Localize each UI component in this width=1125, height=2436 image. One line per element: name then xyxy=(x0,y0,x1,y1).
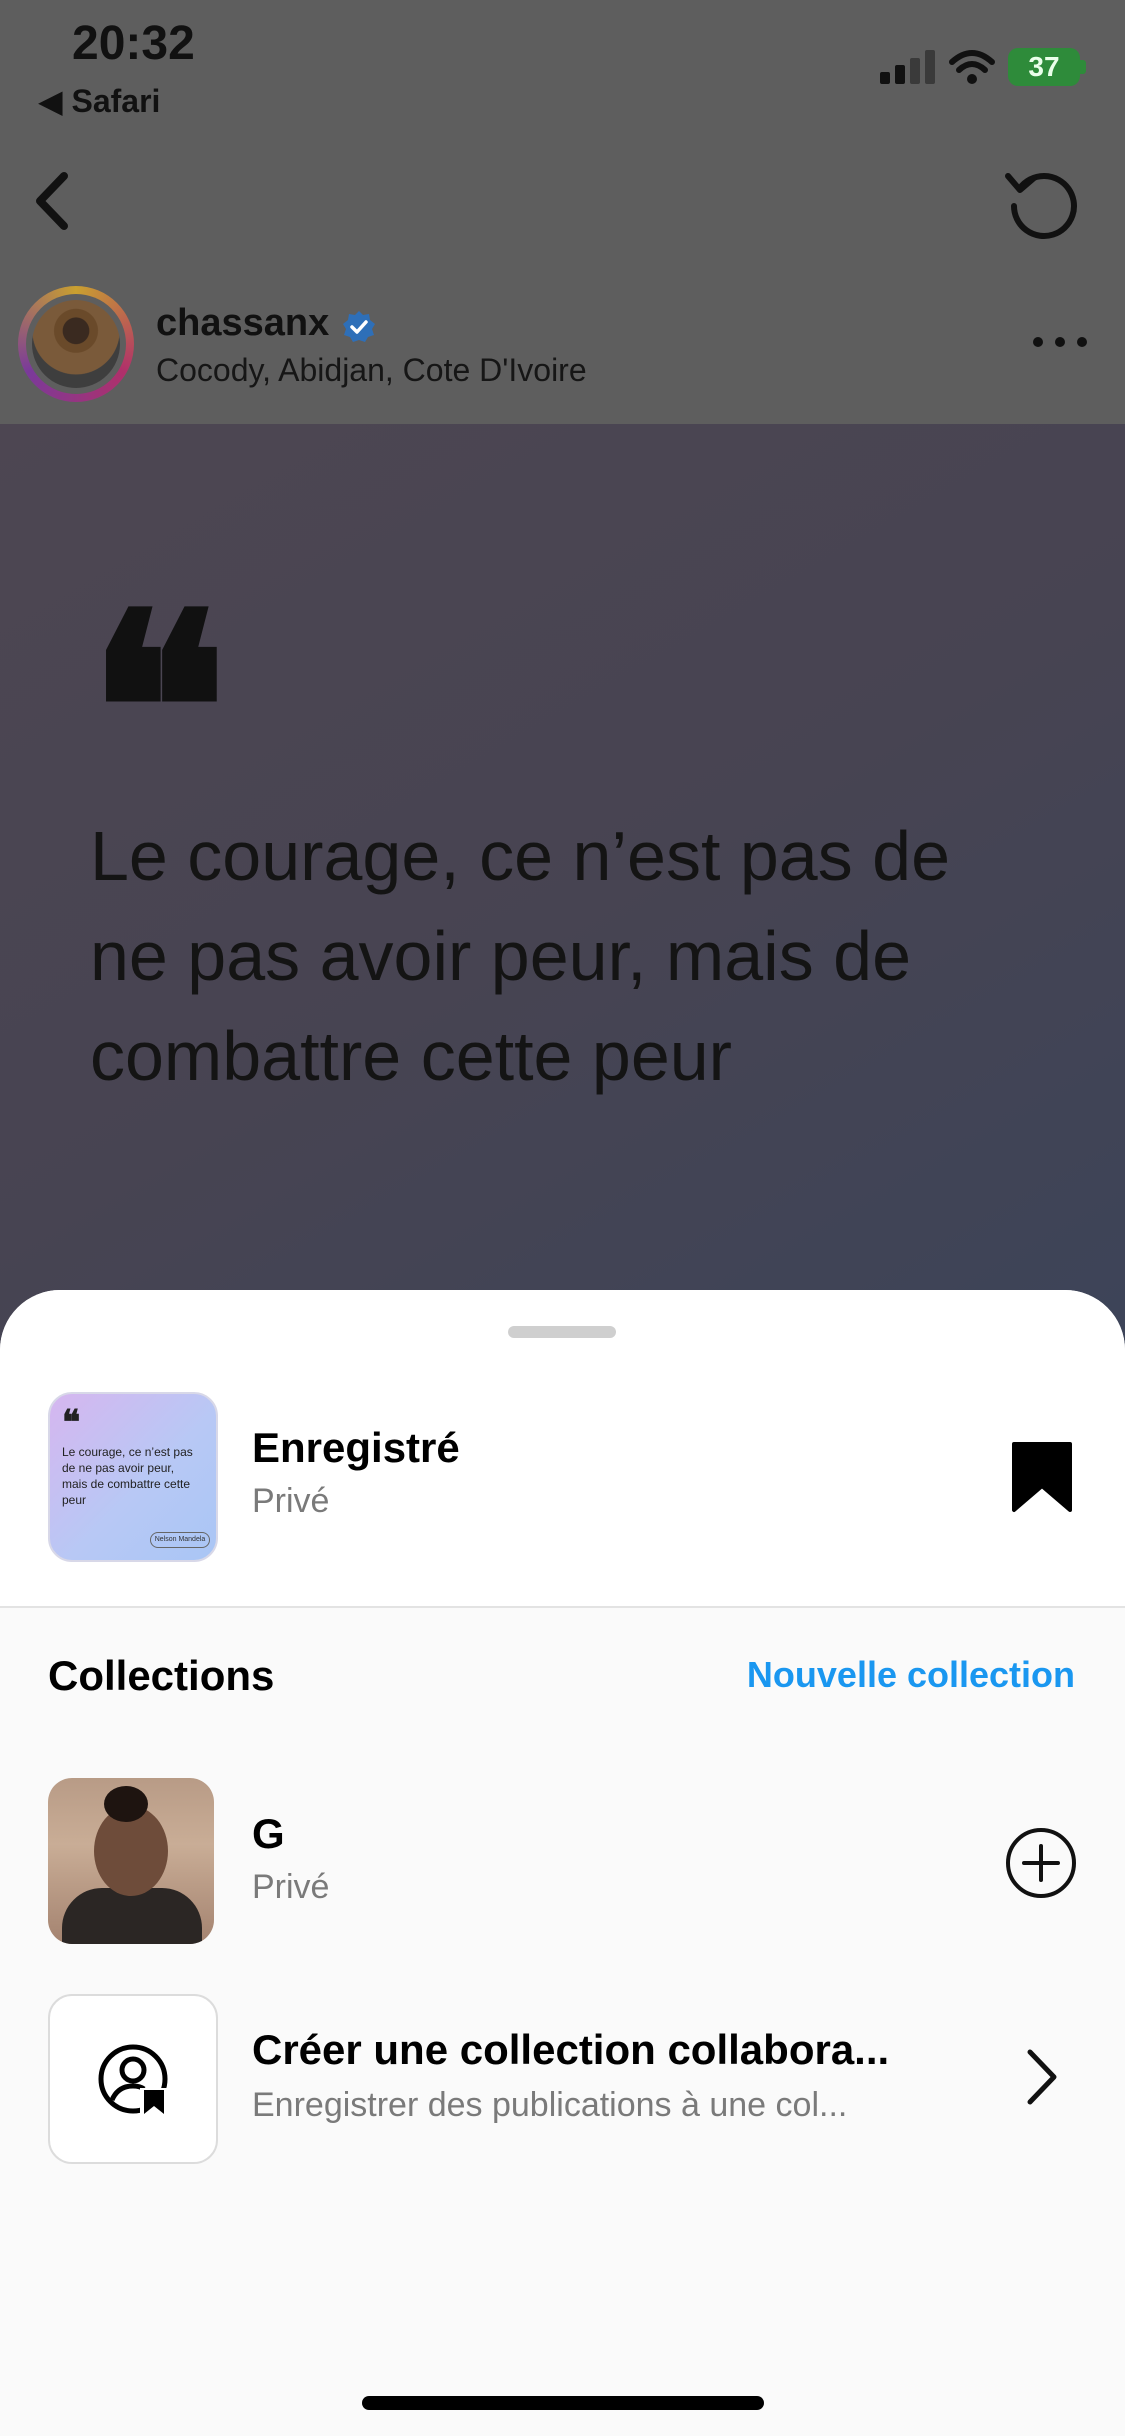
quote-mark: ❝ xyxy=(88,557,228,862)
plus-circle-icon[interactable] xyxy=(1004,1826,1078,1900)
post-username[interactable]: chassanx xyxy=(156,302,329,345)
new-collection-button[interactable]: Nouvelle collection xyxy=(747,1654,1075,1696)
thumb-figure-body xyxy=(62,1888,202,1944)
save-bottom-sheet: ❝ Le courage, ce n’est pas de ne pas avo… xyxy=(0,1290,1125,2436)
create-collab-collection-subtitle: Enregistrer des publications à une col..… xyxy=(252,2086,848,2124)
more-dots-icon[interactable] xyxy=(1030,330,1090,354)
collection-title[interactable]: G xyxy=(252,1810,285,1858)
chevron-right-icon[interactable] xyxy=(1022,2046,1062,2108)
collab-collection-thumbnail[interactable] xyxy=(48,1994,218,2164)
wifi-icon xyxy=(949,50,995,84)
create-collab-collection-title[interactable]: Créer une collection collabora... xyxy=(252,2026,962,2074)
saved-post-thumbnail: ❝ Le courage, ce n’est pas de ne pas avo… xyxy=(48,1392,218,1562)
refresh-icon[interactable] xyxy=(1000,158,1086,244)
post-location[interactable]: Cocody, Abidjan, Cote D'Ivoire xyxy=(156,352,587,389)
sheet-grabber[interactable] xyxy=(508,1326,616,1338)
avatar[interactable] xyxy=(32,300,120,388)
post-quote-text: Le courage, ce n’est pas de ne pas avoir… xyxy=(90,817,951,1095)
collection-g-thumbnail[interactable] xyxy=(48,1778,214,1944)
top-navigation-bar xyxy=(0,140,1125,268)
collections-heading: Collections xyxy=(48,1652,275,1699)
back-to-safari-link[interactable]: ◀ Safari xyxy=(38,82,160,120)
bookmark-filled-icon[interactable] xyxy=(1010,1440,1074,1514)
collab-user-bookmark-icon xyxy=(98,2044,170,2116)
status-time: 20:32 xyxy=(72,17,195,70)
thumb-figure-hair xyxy=(104,1786,148,1822)
thumb-quote-mark: ❝ xyxy=(62,1403,81,1443)
thumb-quote-text: Le courage, ce n’est pas de ne pas avoir… xyxy=(62,1445,193,1507)
home-indicator[interactable] xyxy=(362,2396,764,2410)
saved-privacy: Privé xyxy=(252,1482,330,1520)
verified-badge-icon xyxy=(343,311,375,342)
battery-tip xyxy=(1080,60,1086,74)
thumb-author: Nelson Mandela xyxy=(150,1532,210,1548)
back-chevron-icon[interactable] xyxy=(24,166,84,236)
section-divider xyxy=(0,1606,1125,1608)
collection-privacy: Privé xyxy=(252,1868,330,1906)
post-header xyxy=(0,266,1125,424)
battery-level: 37 xyxy=(1008,48,1080,86)
cellular-signal-icon xyxy=(880,50,935,84)
saved-title: Enregistré xyxy=(252,1424,460,1471)
